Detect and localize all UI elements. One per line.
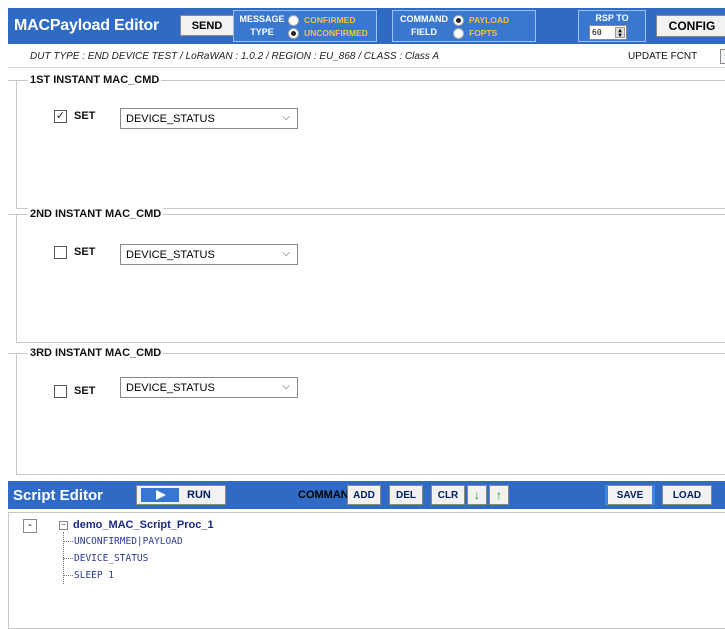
tree-item[interactable]: DEVICE_STATUS: [63, 553, 148, 564]
play-icon: [141, 488, 179, 502]
payload-radio[interactable]: [453, 15, 464, 26]
rsp-to-label: RSP TO: [595, 13, 629, 23]
select-value: DEVICE_STATUS: [126, 249, 215, 261]
app-title: MACPayload Editor: [14, 17, 160, 34]
spinner-arrows-icon[interactable]: ▲ ▼: [615, 27, 625, 39]
tree-collapse-icon[interactable]: −: [59, 521, 68, 530]
set-label: SET: [74, 385, 96, 397]
set-checkbox[interactable]: [54, 385, 67, 398]
mac-cmd-section-1: 1ST INSTANT MAC_CMD ✓ SET DEVICE_STATUS …: [8, 72, 725, 209]
add-button[interactable]: ADD: [347, 485, 381, 505]
chevron-down-icon: ⌵: [282, 248, 290, 259]
set-checkbox[interactable]: [54, 246, 67, 259]
section-title: 3RD INSTANT MAC_CMD: [28, 347, 164, 359]
command-field-label-1: COMMAND: [400, 14, 448, 24]
move-down-button[interactable]: ↓: [467, 485, 487, 505]
payload-option-label: PAYLOAD: [469, 15, 510, 25]
rsp-to-value: 60: [592, 28, 602, 37]
dut-info-text: DUT TYPE : END DEVICE TEST / LoRaWAN : 1…: [30, 51, 440, 62]
fopts-option-label: FOPTS: [469, 28, 498, 38]
mac-cmd-section-2: 2ND INSTANT MAC_CMD SET DEVICE_STATUS ⌵: [8, 206, 725, 343]
mac-command-select[interactable]: DEVICE_STATUS ⌵: [120, 244, 298, 265]
set-checkbox-checked[interactable]: ✓: [54, 110, 67, 123]
mac-command-select[interactable]: DEVICE_STATUS ⌵: [120, 108, 298, 129]
script-tree-panel: - − demo_MAC_Script_Proc_1 UNCONFIRMED|P…: [8, 512, 725, 629]
confirmed-option-label: CONFIRMED: [304, 15, 356, 25]
move-up-button[interactable]: ↑: [489, 485, 509, 505]
send-button[interactable]: SEND: [180, 15, 234, 36]
message-type-label-1: MESSAGE: [239, 14, 285, 24]
command-field-label-2: FIELD: [411, 27, 437, 37]
config-button[interactable]: CONFIG: [656, 15, 725, 37]
chevron-down-icon: ⌵: [282, 381, 290, 392]
load-button[interactable]: LOAD: [662, 485, 712, 505]
set-label: SET: [74, 246, 96, 258]
tree-item[interactable]: SLEEP 1: [63, 570, 114, 581]
update-fcnt-label: UPDATE FCNT: [628, 51, 698, 62]
clear-button[interactable]: CLR: [431, 485, 465, 505]
script-editor-bar: Script Editor RUN COMMAND ADD DEL CLR ↓ …: [8, 481, 725, 509]
mac-command-select[interactable]: DEVICE_STATUS ⌵: [120, 377, 298, 398]
fopts-radio[interactable]: [453, 28, 464, 39]
chevron-down-icon: ⌵: [282, 112, 290, 123]
select-value: DEVICE_STATUS: [126, 113, 215, 125]
unconfirmed-option-label: UNCONFIRMED: [304, 28, 368, 38]
rsp-to-spinner[interactable]: 60 ▲ ▼: [589, 25, 627, 40]
save-button[interactable]: SAVE: [605, 485, 655, 505]
collapse-all-button[interactable]: -: [23, 519, 37, 533]
run-label: RUN: [187, 489, 211, 501]
run-button[interactable]: RUN: [136, 485, 226, 505]
update-fcnt-button[interactable]: +: [720, 49, 725, 64]
set-label: SET: [74, 110, 96, 122]
script-editor-title: Script Editor: [13, 487, 104, 504]
confirmed-radio[interactable]: [288, 15, 299, 26]
unconfirmed-radio[interactable]: [288, 28, 299, 39]
section-title: 2ND INSTANT MAC_CMD: [28, 208, 164, 220]
section-title: 1ST INSTANT MAC_CMD: [28, 74, 162, 86]
dut-info-bar: DUT TYPE : END DEVICE TEST / LoRaWAN : 1…: [8, 44, 725, 68]
delete-button[interactable]: DEL: [389, 485, 423, 505]
mac-cmd-section-3: 3RD INSTANT MAC_CMD SET DEVICE_STATUS ⌵: [8, 345, 725, 475]
command-field-group: COMMAND FIELD PAYLOAD FOPTS: [392, 10, 536, 42]
tree-root-node[interactable]: demo_MAC_Script_Proc_1: [73, 519, 214, 531]
message-type-group: MESSAGE TYPE CONFIRMED UNCONFIRMED: [233, 10, 377, 42]
message-type-label-2: TYPE: [250, 27, 274, 37]
select-value: DEVICE_STATUS: [126, 382, 215, 394]
rsp-to-group: RSP TO 60 ▲ ▼: [578, 10, 646, 42]
header-bar: MACPayload Editor SEND MESSAGE TYPE CONF…: [8, 8, 725, 44]
tree-item[interactable]: UNCONFIRMED|PAYLOAD: [63, 536, 183, 547]
